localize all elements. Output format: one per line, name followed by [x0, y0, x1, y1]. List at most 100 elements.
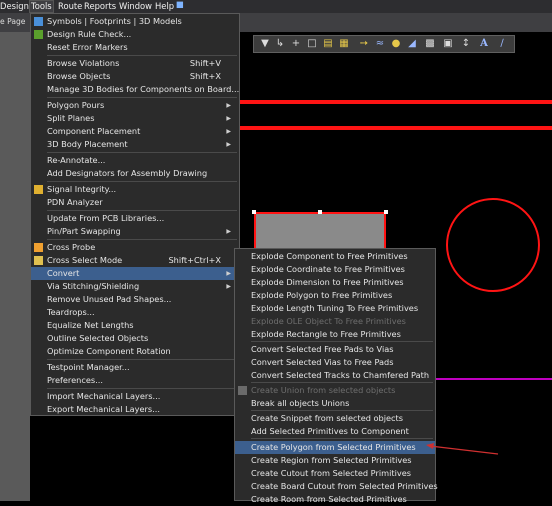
selection-handle[interactable] — [252, 210, 256, 214]
convert-item-explode-coordinate-to-free-primitives[interactable]: Explode Coordinate to Free Primitives — [235, 263, 435, 276]
menu-item-label: Update From PCB Libraries... — [47, 213, 165, 223]
text-icon[interactable]: A — [478, 38, 490, 50]
selected-rectangle-primitive[interactable] — [254, 212, 386, 252]
dimension-icon[interactable]: ↕ — [460, 38, 472, 50]
tools-item-design-rule-check[interactable]: Design Rule Check... — [31, 28, 239, 41]
selection-handle[interactable] — [318, 210, 322, 214]
convert-item-add-selected-primitives-to-component[interactable]: Add Selected Primitives to Component — [235, 425, 435, 438]
tools-item-pdn-analyzer[interactable]: PDN Analyzer — [31, 196, 239, 209]
tools-item-cross-probe[interactable]: Cross Probe — [31, 241, 239, 254]
tools-item-import-mechanical-layers[interactable]: Import Mechanical Layers... — [31, 390, 239, 403]
menu-item-shortcut: Shift+X — [189, 71, 221, 81]
convert-item-create-room-from-selected-primitives[interactable]: Create Room from Selected Primitives — [235, 493, 435, 506]
tools-item-browse-objects[interactable]: Browse Objects Shift+X — [31, 70, 239, 83]
tools-item-via-stitching-shielding[interactable]: Via Stitching/Shielding ▶ — [31, 280, 239, 293]
tools-item-update-from-pcb-libraries[interactable]: Update From PCB Libraries... — [31, 212, 239, 225]
tools-item-convert[interactable]: Convert ▶ — [31, 267, 239, 280]
tools-item-re-annotate[interactable]: Re-Annotate... — [31, 154, 239, 167]
convert-item-explode-rectangle-to-free-primitives[interactable]: Explode Rectangle to Free Primitives — [235, 328, 435, 341]
filter-icon[interactable]: ▼ — [259, 38, 271, 50]
menu-item-label: Reset Error Markers — [47, 42, 128, 52]
menu-item-label: Add Designators for Assembly Drawing — [47, 168, 208, 178]
crosshair-icon[interactable]: + — [290, 38, 302, 50]
route-icon[interactable]: ↳ — [274, 38, 286, 50]
tools-item-browse-violations[interactable]: Browse Violations Shift+V — [31, 57, 239, 70]
convert-item-convert-selected-vias-to-free-pads[interactable]: Convert Selected Vias to Free Pads — [235, 356, 435, 369]
tools-item-teardrops[interactable]: Teardrops... — [31, 306, 239, 319]
menu-item-label: Create Board Cutout from Selected Primit… — [251, 481, 438, 491]
tools-item-signal-integrity[interactable]: Signal Integrity... — [31, 183, 239, 196]
menu-item-label: Create Room from Selected Primitives — [251, 494, 407, 504]
tools-item-polygon-pours[interactable]: Polygon Pours ▶ — [31, 99, 239, 112]
track-top[interactable] — [238, 100, 552, 104]
tools-item-pin-part-swapping[interactable]: Pin/Part Swapping ▶ — [31, 225, 239, 238]
convert-item-explode-dimension-to-free-primitives[interactable]: Explode Dimension to Free Primitives — [235, 276, 435, 289]
convert-item-create-polygon-from-selected-primitives[interactable]: Create Polygon from Selected Primitives — [235, 441, 435, 454]
menu-window[interactable]: Window — [119, 0, 152, 13]
convert-item-convert-selected-free-pads-to-vias[interactable]: Convert Selected Free Pads to Vias — [235, 343, 435, 356]
align-icon[interactable]: ▤ — [322, 38, 334, 50]
region-icon[interactable]: ▩ — [424, 38, 436, 50]
menu-item-icon — [34, 256, 43, 265]
tools-item-testpoint-manager[interactable]: Testpoint Manager... — [31, 361, 239, 374]
menu-item-label: Component Placement — [47, 126, 141, 136]
via-icon[interactable]: ● — [390, 38, 402, 50]
convert-item-explode-component-to-free-primitives[interactable]: Explode Component to Free Primitives — [235, 250, 435, 263]
menu-tools[interactable]: Tools — [29, 0, 54, 13]
convert-item-explode-ole-object-to-free-primitives: Explode OLE Object To Free Primitives — [235, 315, 435, 328]
tools-item-component-placement[interactable]: Component Placement ▶ — [31, 125, 239, 138]
tools-item-export-mechanical-layers[interactable]: Export Mechanical Layers... — [31, 403, 239, 416]
convert-item-explode-length-tuning-to-free-primitives[interactable]: Explode Length Tuning To Free Primitives — [235, 302, 435, 315]
tools-item-reset-error-markers[interactable]: Reset Error Markers — [31, 41, 239, 54]
union-icon — [238, 386, 247, 395]
menu-item-label: Export Mechanical Layers... — [47, 404, 160, 414]
convert-item-create-region-from-selected-primitives[interactable]: Create Region from Selected Primitives — [235, 454, 435, 467]
menu-item-label: Via Stitching/Shielding — [47, 281, 140, 291]
convert-submenu: Explode Component to Free Primitives Expl… — [234, 248, 438, 504]
convert-item-create-cutout-from-selected-primitives[interactable]: Create Cutout from Selected Primitives — [235, 467, 435, 480]
tools-item-cross-select-mode[interactable]: Cross Select Mode Shift+Ctrl+X — [31, 254, 239, 267]
menu-design[interactable]: Design — [0, 0, 29, 13]
document-tab[interactable]: e Page — [0, 17, 25, 26]
submenu-arrow-icon: ▶ — [226, 102, 231, 109]
menu-item-label: Equalize Net Lengths — [47, 320, 134, 330]
select-rect-icon[interactable]: □ — [306, 38, 318, 50]
tools-item-add-designators-for-assembly-drawing[interactable]: Add Designators for Assembly Drawing — [31, 167, 239, 180]
tools-item-remove-unused-pad-shapes[interactable]: Remove Unused Pad Shapes... — [31, 293, 239, 306]
tools-item-equalize-net-lengths[interactable]: Equalize Net Lengths — [31, 319, 239, 332]
convert-item-create-union-from-selected-objects: Create Union from selected objects — [235, 384, 435, 397]
convert-item-break-all-objects-unions[interactable]: Break all objects Unions — [235, 397, 435, 410]
selection-handle[interactable] — [384, 210, 388, 214]
convert-item-create-board-cutout-from-selected-primitives[interactable]: Create Board Cutout from Selected Primit… — [235, 480, 438, 493]
menu-item-shortcut: Shift+V — [189, 58, 221, 68]
track-bottom[interactable] — [238, 126, 552, 130]
convert-item-explode-polygon-to-free-primitives[interactable]: Explode Polygon to Free Primitives — [235, 289, 435, 302]
menu-reports[interactable]: Reports — [84, 0, 116, 13]
menu-help[interactable]: Help — [155, 0, 174, 13]
component-icon[interactable]: ▦ — [338, 38, 350, 50]
help-info-icon[interactable]: ■ — [176, 0, 184, 11]
polygon-icon[interactable]: ▣ — [442, 38, 454, 50]
tools-item-outline-selected-objects[interactable]: Outline Selected Objects — [31, 332, 239, 345]
menu-item-icon — [34, 17, 43, 26]
menu-item-label: Browse Violations — [47, 58, 120, 68]
convert-item-create-snippet-from-selected-objects[interactable]: Create Snippet from selected objects — [235, 412, 435, 425]
circle-track[interactable] — [446, 198, 540, 292]
tools-item-3d-body-placement[interactable]: 3D Body Placement ▶ — [31, 138, 239, 151]
menu-route[interactable]: Route — [58, 0, 82, 13]
diff-pair-icon[interactable]: ≈ — [374, 38, 386, 50]
menu-item-label: Cross Probe — [47, 242, 96, 252]
line-icon[interactable]: ∕ — [496, 38, 508, 50]
tools-item-manage-3d-bodies-for-components-on-board[interactable]: Manage 3D Bodies for Components on Board… — [31, 83, 239, 96]
menu-item-label: Convert Selected Free Pads to Vias — [251, 344, 394, 354]
tools-item-symbols-footprints-3d-models[interactable]: Symbols | Footprints | 3D Models — [31, 15, 239, 28]
fill-icon[interactable]: ◢ — [406, 38, 418, 50]
menu-item-label: Split Planes — [47, 113, 95, 123]
tools-item-preferences[interactable]: Preferences... — [31, 374, 239, 387]
tools-item-split-planes[interactable]: Split Planes ▶ — [31, 112, 239, 125]
submenu-arrow-icon: ▶ — [226, 128, 231, 135]
menu-separator — [251, 410, 433, 411]
convert-item-convert-selected-tracks-to-chamfered-path[interactable]: Convert Selected Tracks to Chamfered Pat… — [235, 369, 435, 382]
interactive-route-icon[interactable]: ➙ — [358, 38, 370, 50]
tools-item-optimize-component-rotation[interactable]: Optimize Component Rotation — [31, 345, 239, 358]
